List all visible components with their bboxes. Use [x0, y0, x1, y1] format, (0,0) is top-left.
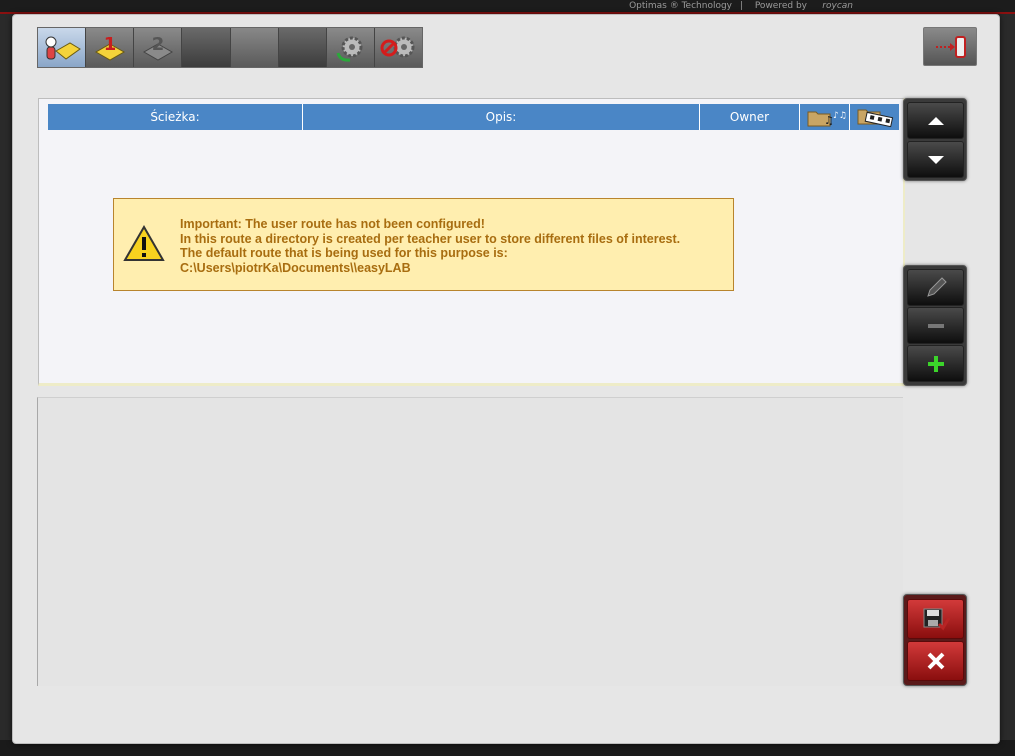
cancel-button[interactable]: [907, 641, 964, 681]
svg-text:♪♫: ♪♫: [833, 111, 846, 121]
empty-tab-1: [182, 28, 231, 67]
action-button-group: [903, 594, 967, 686]
pencil-icon: [926, 276, 947, 297]
save-icon: [923, 608, 950, 631]
gear-disabled-tab[interactable]: [374, 28, 422, 67]
folder-music-icon: ♫ ♪♫: [807, 111, 846, 127]
empty-tab-2: [230, 28, 279, 67]
exit-button[interactable]: [923, 27, 977, 66]
route-warning-message: Important: The user route has not been c…: [113, 198, 734, 291]
column-film-header[interactable]: [850, 104, 899, 130]
add-button[interactable]: [907, 345, 964, 382]
arrow-up-icon: [927, 116, 944, 125]
save-button[interactable]: [907, 599, 964, 639]
minus-icon: [927, 323, 944, 328]
step-1-icon: 1: [94, 34, 125, 61]
edit-button[interactable]: [907, 269, 964, 306]
user-folder-icon: [45, 36, 81, 60]
powered-brand-logo: roycan: [822, 1, 853, 11]
arrow-down-icon: [927, 155, 944, 164]
column-description-header[interactable]: Opis:: [303, 104, 700, 130]
svg-text:2: 2: [152, 34, 165, 55]
step-2-tab[interactable]: 2: [134, 28, 183, 67]
brand-text: Optimas ® Technology: [629, 1, 732, 11]
warning-triangle-icon: [123, 225, 165, 261]
move-up-button[interactable]: [907, 102, 964, 139]
close-icon: [927, 652, 944, 670]
move-down-button[interactable]: [907, 141, 964, 178]
top-status-bar: Optimas ® Technology | Powered by roycan: [0, 0, 1015, 12]
main-toolbar: 1 2: [37, 27, 423, 68]
warning-line-3: The default route that is being used for…: [180, 246, 508, 261]
details-panel: [37, 397, 903, 686]
column-path-header[interactable]: Ścieżka:: [48, 104, 303, 130]
warning-line-4: C:\Users\piotrKa\Documents\\easyLAB: [180, 260, 411, 275]
remove-button[interactable]: [907, 307, 964, 344]
exit-device-icon: [936, 35, 966, 58]
folder-film-icon: [857, 109, 893, 128]
edit-button-group: [903, 265, 967, 386]
user-folder-tab[interactable]: [38, 28, 87, 67]
warning-text: Important: The user route has not been c…: [180, 217, 680, 275]
gear-refresh-tab[interactable]: [326, 28, 375, 67]
plus-icon: [927, 355, 944, 372]
svg-text:1: 1: [103, 34, 116, 55]
table-header: Ścieżka: Opis: Owner ♫ ♪♫: [48, 104, 899, 130]
powered-by-text: Powered by: [754, 1, 807, 11]
topbar-separator: |: [739, 1, 743, 11]
navigation-button-group: [903, 98, 967, 181]
step-2-icon: 2: [142, 34, 173, 61]
warning-line-2: In this route a directory is created per…: [180, 231, 681, 246]
column-owner-header[interactable]: Owner: [700, 104, 800, 130]
step-1-tab[interactable]: 1: [86, 28, 135, 67]
gear-refresh-icon: [336, 36, 363, 62]
gear-disabled-icon: [380, 36, 415, 57]
column-music-header[interactable]: ♫ ♪♫: [800, 104, 850, 130]
warning-line-1: Important: The user route has not been c…: [180, 217, 485, 231]
empty-tab-3: [278, 28, 327, 67]
